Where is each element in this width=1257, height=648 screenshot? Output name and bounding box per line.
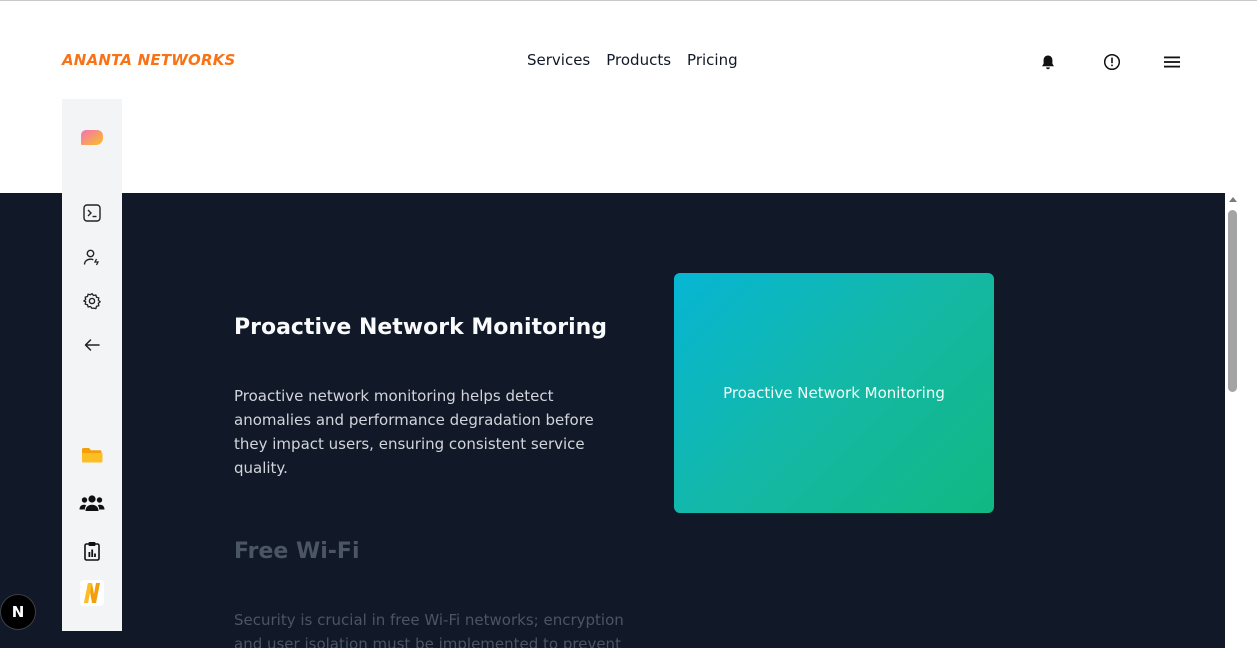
feature-card-label: Proactive Network Monitoring (723, 384, 945, 402)
main-nav: Services Products Pricing (527, 51, 738, 69)
menu-icon[interactable] (1162, 52, 1182, 72)
arrow-left-icon[interactable] (78, 331, 106, 359)
dev-tools-badge[interactable]: N (0, 594, 36, 630)
users-icon[interactable] (78, 489, 106, 517)
user-add-icon[interactable] (78, 243, 106, 271)
brand-logo[interactable]: ANANTA NETWORKS (62, 51, 236, 69)
bell-icon[interactable] (1038, 52, 1058, 72)
sidebar (62, 99, 122, 631)
nav-products[interactable]: Products (606, 51, 671, 69)
section-title-wifi: Free Wi-Fi (234, 539, 360, 564)
folder-icon[interactable] (78, 441, 106, 469)
terminal-icon[interactable] (78, 199, 106, 227)
section-text-monitoring: Proactive network monitoring helps detec… (234, 387, 594, 477)
chat-bubble-icon[interactable] (78, 125, 106, 153)
feature-card: Proactive Network Monitoring (674, 273, 994, 513)
nav-pricing[interactable]: Pricing (687, 51, 738, 69)
section-title-monitoring: Proactive Network Monitoring (234, 315, 608, 340)
n-logo-icon[interactable] (78, 579, 106, 607)
nav-services[interactable]: Services (527, 51, 590, 69)
scroll-up-arrow[interactable] (1229, 197, 1237, 202)
gear-icon[interactable] (78, 287, 106, 315)
scrollbar-thumb[interactable] (1228, 210, 1237, 392)
clipboard-chart-icon[interactable] (78, 537, 106, 565)
info-icon[interactable] (1102, 52, 1122, 72)
section-text-wifi: Security is crucial in free Wi-Fi networ… (234, 611, 624, 648)
top-border (0, 0, 1257, 1)
